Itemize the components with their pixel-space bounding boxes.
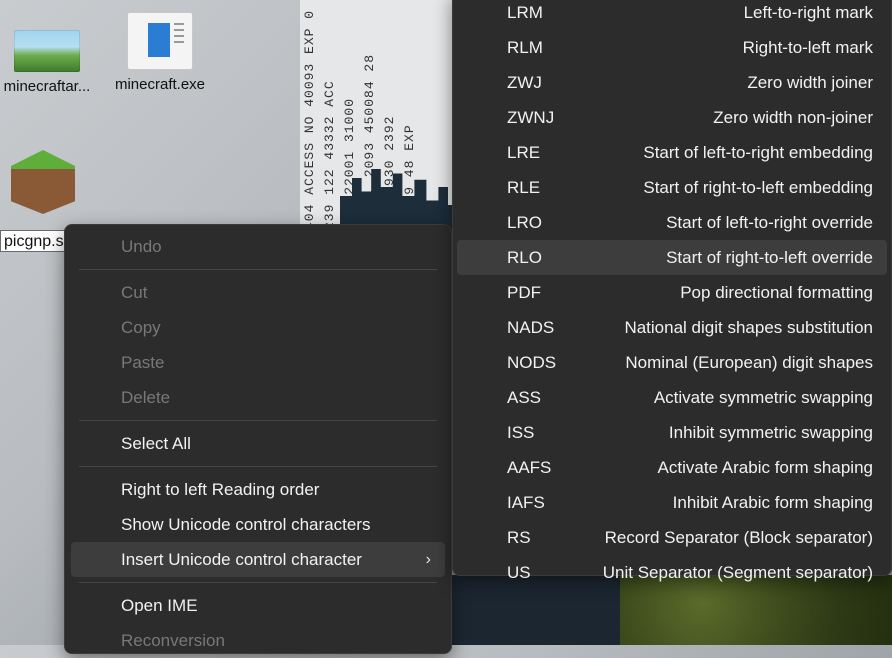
control-description: Pop directional formatting [680,283,873,302]
submenu-item-nads[interactable]: NADS National digit shapes substitution [457,310,887,345]
control-code: ASS [507,388,542,407]
submenu-item-lre[interactable]: LRE Start of left-to-right embedding [457,135,887,170]
control-description: Nominal (European) digit shapes [625,353,873,372]
control-description: Unit Separator (Segment separator) [602,563,873,582]
submenu-item-rlm[interactable]: RLM Right-to-left mark [457,30,887,65]
desktop-icon-minecraftart[interactable]: minecraftar... [0,30,102,95]
control-description: Start of right-to-left override [666,248,873,267]
desktop-icon-picgnp[interactable] [8,150,78,214]
menu-item-copy: Copy [71,310,445,345]
control-description: Inhibit Arabic form shaping [672,493,873,512]
control-description: Record Separator (Block separator) [604,528,873,547]
submenu-item-pdf[interactable]: PDF Pop directional formatting [457,275,887,310]
control-description: Start of left-to-right embedding [643,143,873,162]
control-description: Zero width non-joiner [713,108,873,127]
control-code: NODS [507,353,557,372]
control-code: PDF [507,283,541,302]
menu-item-paste: Paste [71,345,445,380]
control-code: RLO [507,248,542,267]
grass-block-icon [11,150,75,214]
control-code: IAFS [507,493,545,512]
menu-item-reconversion: Reconversion [71,623,445,658]
menu-item-cut: Cut [71,275,445,310]
menu-item-right-to-left-reading-order[interactable]: Right to left Reading order [71,472,445,507]
control-description: Start of left-to-right override [666,213,873,232]
menu-item-insert-unicode-control-character[interactable]: Insert Unicode control character › [71,542,445,577]
control-code: ZWJ [507,73,542,92]
unicode-control-submenu: LRM Left-to-right mark RLM Right-to-left ma… [452,0,892,582]
executable-file-icon [127,12,193,70]
menu-item-show-unicode-control-characters[interactable]: Show Unicode control characters [71,507,445,542]
control-code: ZWNJ [507,108,555,127]
submenu-item-iss[interactable]: ISS Inhibit symmetric swapping [457,415,887,450]
control-code: LRO [507,213,542,232]
submenu-item-iafs[interactable]: IAFS Inhibit Arabic form shaping [457,485,887,520]
submenu-item-ass[interactable]: ASS Activate symmetric swapping [457,380,887,415]
control-code: LRE [507,143,541,162]
menu-item-undo: Undo [71,229,445,264]
menu-item-label: Paste [121,353,165,372]
control-code: NADS [507,318,555,337]
control-code: AAFS [507,458,552,477]
menu-separator [79,466,437,467]
control-code: LRM [507,3,543,22]
control-description: Zero width joiner [747,73,873,92]
control-description: National digit shapes substitution [624,318,873,337]
chevron-right-icon: › [425,551,431,568]
desktop-icon-label: minecraftar... [3,78,91,95]
menu-item-label: Copy [121,318,161,337]
menu-separator [79,269,437,270]
control-description: Activate symmetric swapping [653,388,873,407]
control-description: Start of right-to-left embedding [643,178,873,197]
submenu-item-nods[interactable]: NODS Nominal (European) digit shapes [457,345,887,380]
image-file-icon [14,30,80,72]
submenu-item-rle[interactable]: RLE Start of right-to-left embedding [457,170,887,205]
submenu-item-rlo[interactable]: RLO Start of right-to-left override [457,240,887,275]
wallpaper-text: 239 122 43332 ACC [322,80,337,230]
control-description: Inhibit symmetric swapping [668,423,873,442]
submenu-item-lrm[interactable]: LRM Left-to-right mark [457,0,887,30]
control-code: US [507,563,531,582]
control-description: Activate Arabic form shaping [657,458,873,477]
menu-item-label: Right to left Reading order [121,480,320,499]
menu-item-label: Show Unicode control characters [121,515,371,534]
desktop-icon-label: minecraft.exe [114,76,206,93]
submenu-item-zwj[interactable]: ZWJ Zero width joiner [457,65,887,100]
menu-item-label: Delete [121,388,171,407]
menu-item-delete: Delete [71,380,445,415]
control-code: ISS [507,423,535,442]
menu-item-label: Insert Unicode control character [121,550,362,569]
menu-separator [79,582,437,583]
control-code: RS [507,528,531,547]
menu-item-open-ime[interactable]: Open IME [71,588,445,623]
submenu-item-lro[interactable]: LRO Start of left-to-right override [457,205,887,240]
menu-item-label: Open IME [121,596,198,615]
context-menu: Undo Cut Copy Paste Delete Select All Right to… [64,224,452,654]
menu-item-label: Cut [121,283,148,302]
submenu-item-zwnj[interactable]: ZWNJ Zero width non-joiner [457,100,887,135]
control-code: RLE [507,178,541,197]
menu-item-label: Reconversion [121,631,225,650]
menu-item-select-all[interactable]: Select All [71,426,445,461]
submenu-item-aafs[interactable]: AAFS Activate Arabic form shaping [457,450,887,485]
desktop-icon-minecraft-exe[interactable]: minecraft.exe [105,12,215,93]
submenu-item-us[interactable]: US Unit Separator (Segment separator) [457,555,887,590]
control-description: Left-to-right mark [743,3,873,22]
submenu-item-rs[interactable]: RS Record Separator (Block separator) [457,520,887,555]
wallpaper-text: 404 ACCESS NO 40093 EXP 0 [302,9,317,230]
control-description: Right-to-left mark [742,38,873,57]
menu-separator [79,420,437,421]
control-code: RLM [507,38,543,57]
menu-item-label: Undo [121,237,162,256]
menu-item-label: Select All [121,434,191,453]
rename-input[interactable]: picgnp.s [0,230,66,252]
